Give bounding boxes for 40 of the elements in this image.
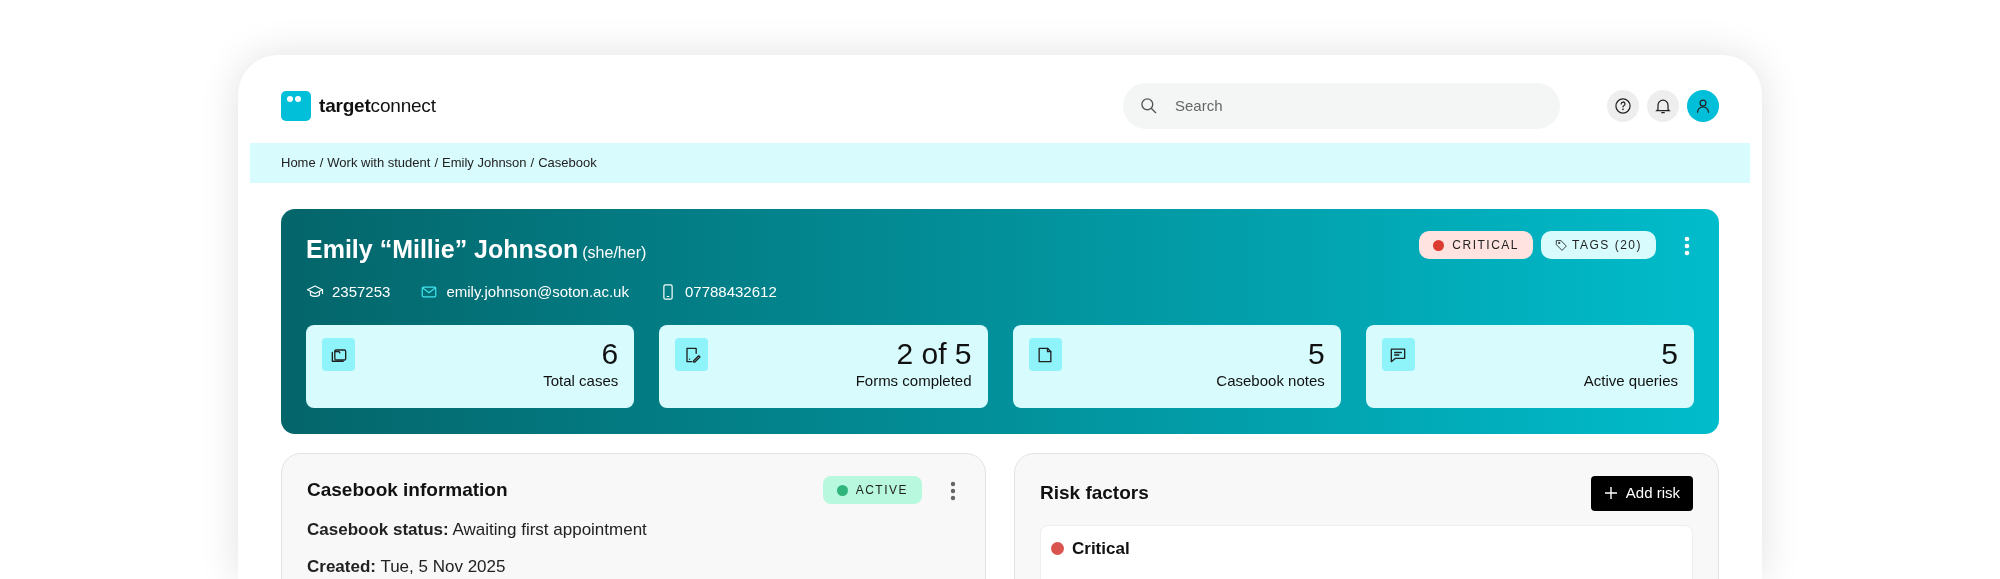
tags-button[interactable]: TAGS (20) — [1541, 231, 1656, 259]
tag-icon — [1555, 238, 1569, 252]
stat-value: 2 of 5 — [895, 338, 972, 370]
card-title: Risk factors — [1040, 481, 1149, 505]
stat-label: Total cases — [543, 370, 619, 391]
breadcrumb-link[interactable]: Emily Johnson — [442, 153, 527, 173]
stat-value: 5 — [1307, 338, 1325, 370]
status-badge: ACTIVE — [822, 476, 922, 505]
add-risk-button[interactable]: Add risk — [1590, 476, 1693, 511]
stat-label: Casebook notes — [1216, 370, 1325, 391]
breadcrumb-separator: / — [319, 154, 324, 173]
logo-icon — [281, 91, 311, 121]
breadcrumb-separator: / — [530, 154, 535, 173]
logo-text: targetconnect — [319, 93, 436, 118]
help-icon — [1613, 96, 1633, 116]
stat-label: Forms completed — [855, 370, 972, 391]
phone-number: 07788432612 — [684, 281, 777, 302]
pronouns: (she/her) — [582, 243, 647, 263]
breadcrumb-link[interactable]: Home — [281, 153, 316, 173]
email-link[interactable]: emily.johnson@soton.ac.uk — [446, 280, 629, 303]
risk-level: Critical — [1072, 537, 1130, 560]
card-title: Casebook information — [307, 478, 508, 502]
breadcrumb-text: Casebook — [538, 154, 597, 173]
stat-value: 6 — [600, 338, 619, 370]
student-name: Emily “Millie” Johnson — [306, 234, 579, 265]
plus-icon — [1603, 486, 1618, 501]
stat-label: Active queries — [1583, 370, 1678, 391]
notifications-button[interactable] — [1647, 90, 1679, 122]
search-field[interactable]: Search — [1123, 83, 1560, 129]
help-button[interactable] — [1607, 90, 1639, 122]
stat-value: 5 — [1660, 338, 1678, 370]
status-badge: CRITICAL — [1419, 231, 1534, 259]
info-field: Casebook status: Awaiting first appointment — [307, 516, 960, 542]
breadcrumb-separator: / — [434, 154, 439, 173]
search-input[interactable]: Search — [1173, 93, 1544, 119]
student-id: 2357253 — [332, 281, 391, 302]
search-icon — [1139, 96, 1159, 116]
info-field: Created: Tue, 5 Nov 2025 — [307, 554, 960, 579]
breadcrumb-text: Work with student — [327, 154, 431, 173]
profile-button[interactable] — [1687, 90, 1719, 122]
